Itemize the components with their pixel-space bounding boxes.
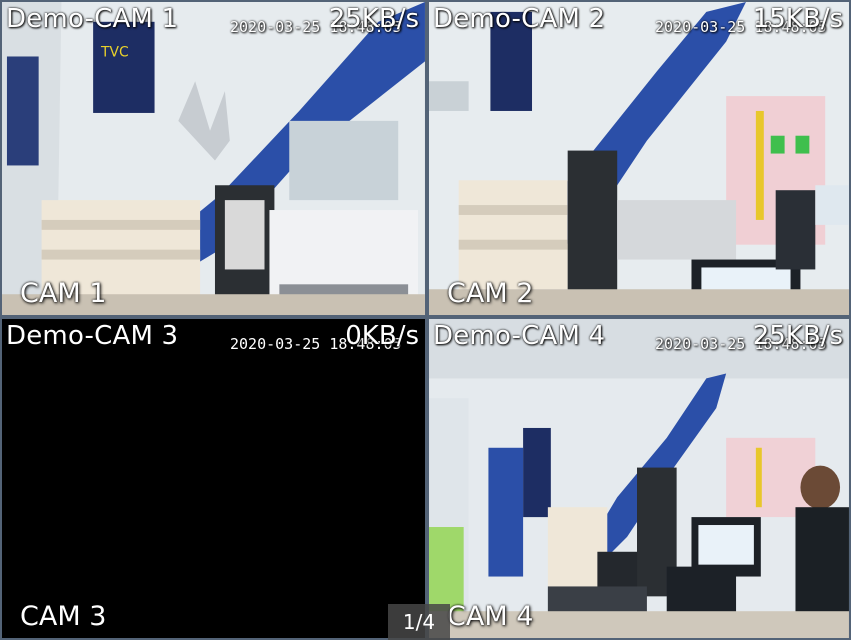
- camera-1-title: Demo-CAM 1: [6, 4, 179, 34]
- camera-3-title: Demo-CAM 3: [6, 321, 179, 351]
- camera-4-label: CAM 4: [447, 601, 534, 632]
- camera-1-label: CAM 1: [20, 278, 107, 309]
- svg-text:TVC: TVC: [100, 44, 129, 60]
- camera-tile-3[interactable]: Demo-CAM 3 2020-03-25 18:48:05 0KB/s CAM…: [0, 317, 427, 640]
- camera-1-bitrate: 25KB/s: [328, 4, 419, 34]
- camera-2-feed: [429, 2, 849, 315]
- camera-4-bitrate: 25KB/s: [752, 321, 843, 351]
- camera-tile-1[interactable]: TVC Demo-CAM 1 2020-03-25 18:48:05 25KB/…: [0, 0, 427, 317]
- camera-4-title: Demo-CAM 4: [433, 321, 606, 351]
- camera-1-feed: TVC: [2, 2, 425, 315]
- camera-2-bitrate: 15KB/s: [752, 4, 843, 34]
- camera-3-bitrate: 0KB/s: [345, 321, 419, 351]
- camera-grid: TVC Demo-CAM 1 2020-03-25 18:48:05 25KB/…: [0, 0, 851, 640]
- camera-3-label: CAM 3: [20, 601, 107, 632]
- camera-4-feed: [429, 319, 849, 638]
- camera-tile-2[interactable]: Demo-CAM 2 2020-03-25 18:48:05 15KB/s CA…: [427, 0, 851, 317]
- page-indicator[interactable]: 1/4: [388, 604, 450, 640]
- camera-2-label: CAM 2: [447, 278, 534, 309]
- camera-tile-4[interactable]: Demo-CAM 4 2020-03-25 18:48:05 25KB/s CA…: [427, 317, 851, 640]
- camera-2-title: Demo-CAM 2: [433, 4, 606, 34]
